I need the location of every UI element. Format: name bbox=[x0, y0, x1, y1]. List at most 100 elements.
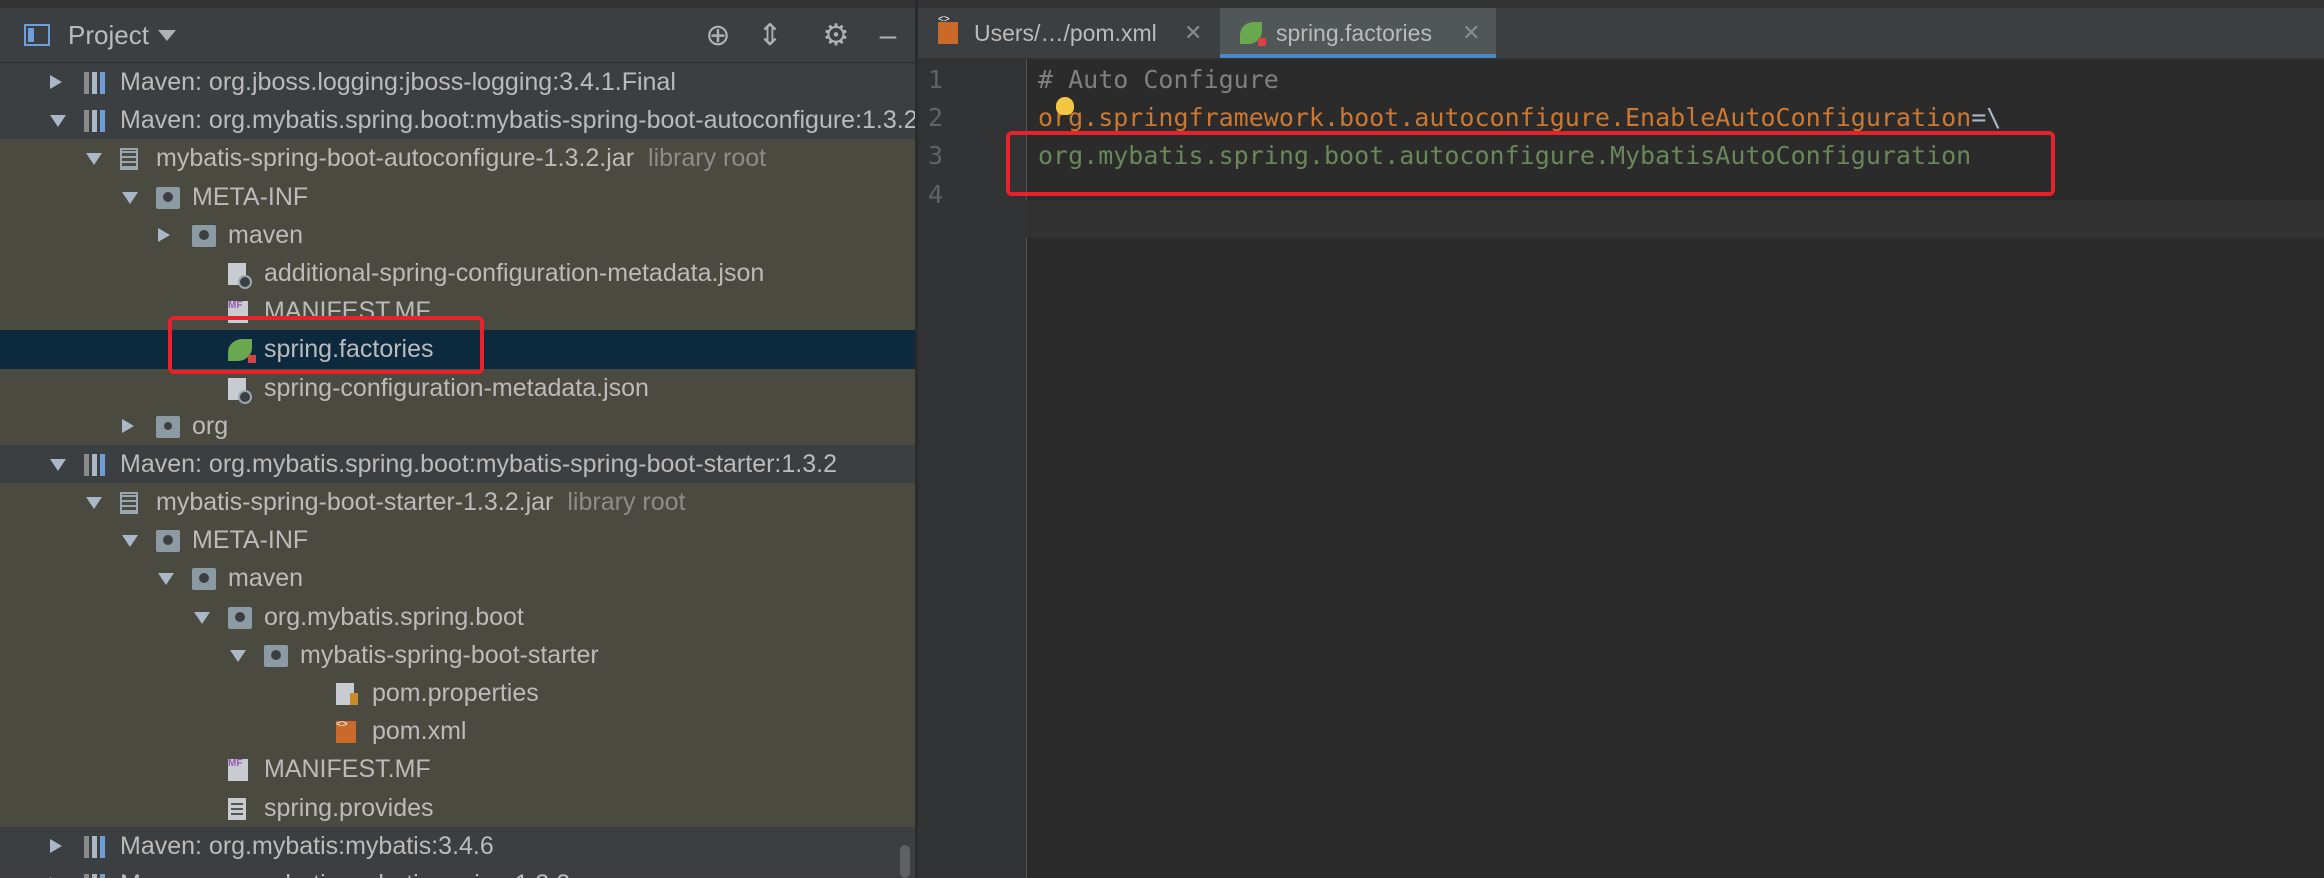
tree-item[interactable]: additional-spring-configuration-metadata… bbox=[0, 253, 915, 293]
chevron-down-icon[interactable] bbox=[50, 115, 66, 128]
close-icon[interactable]: ✕ bbox=[1462, 8, 1480, 58]
library-root-label: library root bbox=[567, 488, 686, 517]
tree-item-label: pom.xml bbox=[372, 712, 466, 750]
tree-item[interactable]: mybatis-spring-boot-starter-1.3.2.jar lib… bbox=[0, 483, 915, 522]
jar-icon bbox=[120, 492, 138, 515]
chevron-down-icon[interactable] bbox=[86, 153, 102, 166]
tree-item[interactable]: spring.factories bbox=[0, 330, 915, 369]
package-icon bbox=[156, 415, 180, 438]
code-line[interactable]: org.mybatis.spring.boot.autoconfigure.My… bbox=[1038, 141, 1971, 170]
code-line[interactable]: org.springframework.boot.autoconfigure.E… bbox=[1038, 103, 2001, 132]
project-icon bbox=[24, 24, 50, 46]
editor-area: Users/…/pom.xml ✕ spring.factories ✕ 1 2 3 4 #… bbox=[918, 0, 2324, 878]
crosshair-icon[interactable]: ⊕ bbox=[700, 18, 736, 54]
tree-item[interactable]: pom.xml bbox=[0, 706, 915, 751]
tree-item-label: Maven: org.jboss.logging:jboss-logging:3… bbox=[120, 63, 676, 101]
text-file-icon bbox=[228, 797, 246, 820]
scrollbar[interactable] bbox=[900, 845, 910, 878]
tree-item-name: META-INF bbox=[192, 526, 309, 555]
tree-item-name: spring.factories bbox=[264, 335, 434, 364]
chevron-right-icon[interactable] bbox=[50, 75, 62, 89]
tree-item[interactable]: spring-configuration-metadata.json bbox=[0, 368, 915, 407]
tree-item[interactable]: org bbox=[0, 406, 915, 445]
project-tree: Maven: org.jboss.logging:jboss-logging:3… bbox=[0, 63, 915, 878]
code-token: org.springframework.boot.autoconfigure.E… bbox=[1038, 103, 1972, 133]
chevron-right-icon[interactable] bbox=[50, 838, 62, 853]
tree-item-name: org bbox=[192, 411, 229, 440]
folder-icon bbox=[156, 186, 180, 209]
tree-item-name: META-INF bbox=[192, 182, 309, 211]
manifest-icon bbox=[228, 745, 248, 783]
tree-item[interactable]: META-INF bbox=[0, 521, 915, 560]
project-panel-title[interactable]: Project bbox=[68, 20, 149, 51]
tree-item-label: org bbox=[192, 407, 228, 445]
folder-icon bbox=[156, 530, 180, 553]
tree-item[interactable]: MANIFEST.MF bbox=[0, 287, 915, 331]
tree-item-label: Maven: org.mybatis:mybatis-spring:1.3.2 bbox=[120, 865, 570, 878]
tree-item-name: Maven: org.mybatis:mybatis-spring:1.3.2 bbox=[120, 870, 570, 878]
editor-tab[interactable]: spring.factories ✕ bbox=[1220, 8, 1496, 58]
tree-item-name: pom.properties bbox=[372, 679, 539, 707]
minimize-icon[interactable]: – bbox=[870, 18, 906, 54]
chevron-down-icon[interactable] bbox=[158, 30, 176, 41]
tree-item[interactable]: spring.provides bbox=[0, 788, 915, 827]
tree-item[interactable]: Maven: org.mybatis:mybatis-spring:1.3.2 bbox=[0, 865, 915, 878]
tree-item-label: Maven: org.mybatis.spring.boot:mybatis-s… bbox=[120, 101, 915, 139]
tree-item[interactable]: META-INF bbox=[0, 177, 915, 216]
tree-item[interactable]: org.mybatis.spring.boot bbox=[0, 597, 915, 636]
tree-item-label: mybatis-spring-boot-autoconfigure-1.3.2.… bbox=[156, 139, 766, 177]
tree-item[interactable]: Maven: org.mybatis:mybatis:3.4.6 bbox=[0, 827, 915, 865]
chevron-down-icon[interactable] bbox=[122, 191, 138, 204]
jar-icon bbox=[120, 148, 138, 171]
tree-item-name: Maven: org.jboss.logging:jboss-logging:3… bbox=[120, 68, 676, 96]
code-token: org.mybatis.spring.boot.autoconfigure.My… bbox=[1038, 141, 1972, 171]
editor-tab-label: Users/…/pom.xml bbox=[974, 20, 1157, 46]
chevron-right-icon[interactable] bbox=[158, 227, 170, 242]
editor-tab-bar: Users/…/pom.xml ✕ spring.factories ✕ bbox=[918, 0, 2324, 59]
tree-item-name: spring.provides bbox=[264, 793, 434, 822]
tree-item[interactable]: Maven: org.mybatis.spring.boot:mybatis-s… bbox=[0, 101, 915, 139]
chevron-down-icon[interactable] bbox=[230, 649, 246, 662]
tree-item-name: maven bbox=[228, 220, 304, 249]
tree-item-label: additional-spring-configuration-metadata… bbox=[264, 254, 764, 292]
chevron-right-icon[interactable] bbox=[122, 418, 134, 433]
tree-item-name: Maven: org.mybatis:mybatis:3.4.6 bbox=[120, 831, 494, 860]
library-icon bbox=[84, 835, 108, 858]
tree-item-name: additional-spring-configuration-metadata… bbox=[264, 258, 765, 287]
chevron-down-icon[interactable] bbox=[122, 535, 138, 548]
code-line[interactable]: # Auto Configure bbox=[1038, 65, 1279, 94]
tree-item[interactable]: Maven: org.jboss.logging:jboss-logging:3… bbox=[0, 63, 915, 101]
tree-item-name: MANIFEST.MF bbox=[264, 755, 431, 784]
code-token: # Auto Configure bbox=[1038, 65, 1279, 94]
tree-item-label: spring-configuration-metadata.json bbox=[264, 369, 649, 407]
line-number-gutter: 1 2 3 4 bbox=[918, 59, 1027, 878]
tree-item[interactable]: pom.properties bbox=[0, 674, 915, 713]
lightbulb-icon[interactable] bbox=[1056, 97, 1074, 115]
editor-tab[interactable]: Users/…/pom.xml ✕ bbox=[918, 0, 1218, 58]
tree-item[interactable]: mybatis-spring-boot-starter bbox=[0, 635, 915, 674]
tree-item-label: maven bbox=[228, 216, 303, 254]
project-panel-header: Project ⊕ ⇕ ⚙ – bbox=[0, 8, 915, 63]
chevron-down-icon[interactable] bbox=[86, 497, 102, 510]
panel-top-strip bbox=[0, 0, 915, 8]
tree-item-name: Maven: org.mybatis.spring.boot:mybatis-s… bbox=[120, 106, 915, 135]
tree-item-label: pom.properties bbox=[372, 674, 539, 712]
gear-icon[interactable]: ⚙ bbox=[818, 18, 854, 54]
chevron-down-icon[interactable] bbox=[50, 458, 66, 471]
tree-item[interactable]: mybatis-spring-boot-autoconfigure-1.3.2.… bbox=[0, 139, 915, 178]
tree-item[interactable]: MANIFEST.MF bbox=[0, 745, 915, 789]
tree-item[interactable]: maven bbox=[0, 215, 915, 254]
tree-item-label: META-INF bbox=[192, 178, 308, 216]
spring-leaf-icon bbox=[1240, 22, 1266, 46]
collapse-all-icon[interactable]: ⇕ bbox=[752, 18, 788, 54]
tree-item-name: org.mybatis.spring.boot bbox=[264, 602, 524, 631]
tree-item-label: maven bbox=[228, 559, 303, 597]
folder-icon bbox=[228, 606, 252, 629]
chevron-down-icon[interactable] bbox=[194, 611, 210, 624]
json-file-icon bbox=[228, 377, 252, 404]
chevron-down-icon[interactable] bbox=[158, 573, 174, 586]
close-icon[interactable]: ✕ bbox=[1184, 8, 1202, 58]
tree-item[interactable]: maven bbox=[0, 559, 915, 598]
properties-file-icon bbox=[336, 683, 358, 705]
tree-item[interactable]: Maven: org.mybatis.spring.boot:mybatis-s… bbox=[0, 445, 915, 483]
